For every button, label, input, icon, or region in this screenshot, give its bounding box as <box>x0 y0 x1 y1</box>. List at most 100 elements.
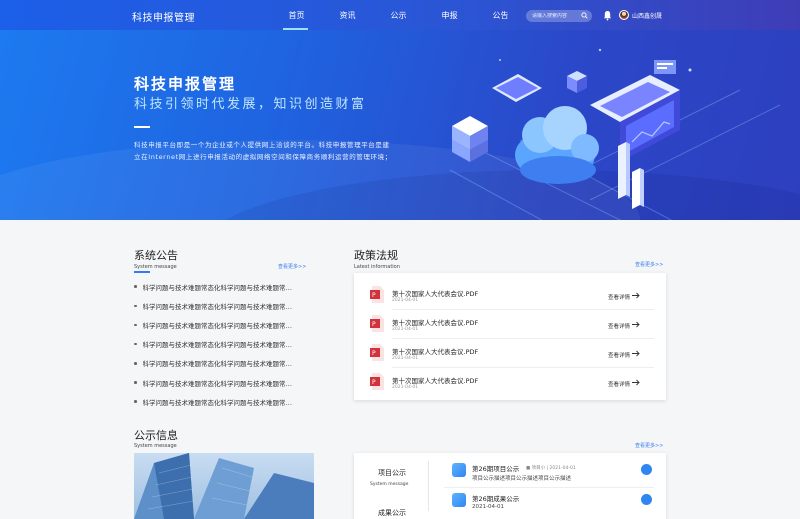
server-stack-graphic <box>452 116 488 162</box>
isometric-tech-illustration <box>449 48 781 220</box>
list-item-label: 科学问题与技术难题常态化科学问题与技术难题常… <box>142 321 293 330</box>
user-name[interactable]: 山西鑫创晟 <box>632 11 662 20</box>
list-item-label: 科学问题与技术难题常态化科学问题与技术难题常… <box>142 360 293 369</box>
list-item-label: 科学问题与技术难题常态化科学问题与技术难题常… <box>142 341 293 350</box>
avatar[interactable] <box>619 10 629 20</box>
policy-row[interactable]: P 第十次国家人大代表会议.PDF 2021-04-01 查看详情 <box>368 310 654 339</box>
arrow-right-icon[interactable] <box>641 494 652 505</box>
policy-file-date: 2021-04-01 <box>392 298 419 303</box>
policy-file-date: 2021-04-01 <box>392 356 419 361</box>
list-item-label: 科学问题与技术难题常态化科学问题与技术难题常… <box>142 302 293 311</box>
top-navbar: 科技申报管理 首页 资讯 公示 申报 公告 山西鑫创晟 <box>0 0 800 30</box>
svg-text:P: P <box>372 379 376 386</box>
policy-card: P 第十次国家人大代表会议.PDF 2021-04-01 查看详情 P 第十次国… <box>354 273 666 400</box>
pdf-file-icon: P <box>370 344 384 361</box>
hero-banner: 科技申报管理 科技引领时代发展，知识创造财富 科技申报平台即是一个为企业或个人提… <box>0 30 800 220</box>
policy-more-link[interactable]: 查看更多>> <box>635 261 663 268</box>
policy-file-date: 2021-04-01 <box>392 385 419 390</box>
publicity-item-meta: ■ 项目小 | 2021-04-01 <box>526 466 576 471</box>
policy-file-name: 第十次国家人大代表会议.PDF <box>392 348 479 356</box>
search-input[interactable] <box>532 13 578 19</box>
notice-more-link[interactable]: 查看更多>> <box>278 263 306 270</box>
view-details-link[interactable]: 查看详情 <box>608 293 630 301</box>
pdf-file-icon: P <box>370 373 384 390</box>
policy-section-title: 政策法规 <box>354 249 398 262</box>
category-result-publicity[interactable]: 成果公示 <box>378 508 406 518</box>
nav-item-home[interactable]: 首页 <box>271 0 322 30</box>
banner-subtitle: 科技引领时代发展，知识创造财富 <box>134 97 367 112</box>
svg-text:P: P <box>372 321 376 328</box>
row-divider <box>444 487 654 488</box>
announcement-icon <box>452 493 466 507</box>
bullet-icon <box>134 304 137 308</box>
policy-section-subtitle: Latest information <box>354 264 400 270</box>
policy-row[interactable]: P 第十次国家人大代表会议.PDF 2021-04-01 查看详情 <box>368 368 654 397</box>
list-item[interactable]: 科学问题与技术难题常态化科学问题与技术难题常… <box>134 277 314 296</box>
notice-list: 科学问题与技术难题常态化科学问题与技术难题常… 科学问题与技术难题常态化科学问题… <box>134 277 314 411</box>
list-item[interactable]: 科学问题与技术难题常态化科学问题与技术难题常… <box>134 354 314 373</box>
banner-title: 科技申报管理 <box>134 75 237 93</box>
category-subtitle: System message <box>370 482 409 487</box>
pdf-file-icon: P <box>370 286 384 303</box>
notice-section-title: 系统公告 <box>134 249 178 262</box>
arrow-right-icon[interactable] <box>641 464 652 475</box>
phone-graphic <box>492 74 542 102</box>
arrow-right-icon[interactable] <box>632 379 640 386</box>
view-details-link[interactable]: 查看详情 <box>608 351 630 359</box>
list-item[interactable]: 科学问题与技术难题常态化科学问题与技术难题常… <box>134 296 314 315</box>
publicity-item-title: 第26期成果公示 <box>472 495 520 503</box>
category-project-publicity[interactable]: 项目公示 <box>378 468 406 478</box>
nav-item-publicity[interactable]: 公示 <box>373 0 424 30</box>
search-icon[interactable] <box>581 12 588 19</box>
list-item[interactable]: 科学问题与技术难题常态化科学问题与技术难题常… <box>134 392 314 411</box>
list-item[interactable]: 科学问题与技术难题常态化科学问题与技术难题常… <box>134 373 314 392</box>
building-photo <box>134 453 314 519</box>
publicity-item-desc: 项目公示描述项目公示描述项目公示描述 <box>472 476 572 482</box>
publicity-card: 项目公示 System message 成果公示 第26期项目公示 ■ 项目小 … <box>354 453 666 519</box>
nav-item-news[interactable]: 资讯 <box>322 0 373 30</box>
list-item-label: 科学问题与技术难题常态化科学问题与技术难题常… <box>142 283 293 292</box>
policy-file-name: 第十次国家人大代表会议.PDF <box>392 377 479 385</box>
bullet-icon <box>134 285 137 288</box>
publicity-section-subtitle: System message <box>134 443 177 449</box>
main-nav: 首页 资讯 公示 申报 公告 <box>271 0 526 30</box>
publicity-item-title: 第26期项目公示 <box>472 465 520 473</box>
nav-item-announcement[interactable]: 公告 <box>475 0 526 30</box>
publicity-section-title: 公示信息 <box>134 429 178 442</box>
notice-section-subtitle: System message <box>134 264 177 270</box>
page: 科技申报管理 首页 资讯 公示 申报 公告 山西鑫创晟 科技申报管理 科技引领时… <box>0 0 800 519</box>
policy-file-name: 第十次国家人大代表会议.PDF <box>392 290 479 298</box>
publicity-row[interactable]: 第26期项目公示 ■ 项目小 | 2021-04-01 项目公示描述项目公示描述… <box>452 461 652 489</box>
bullet-icon <box>134 400 137 403</box>
skyscraper-image <box>134 453 314 519</box>
bullet-icon <box>134 323 137 327</box>
announcement-icon <box>452 463 466 477</box>
svg-text:P: P <box>372 350 376 357</box>
publicity-more-link[interactable]: 查看更多>> <box>635 442 663 449</box>
policy-file-date: 2021-04-01 <box>392 327 419 332</box>
view-details-link[interactable]: 查看详情 <box>608 380 630 388</box>
bell-icon[interactable] <box>603 10 612 21</box>
bullet-icon <box>134 381 137 384</box>
arrow-right-icon[interactable] <box>632 350 640 357</box>
publicity-item-desc: 2021-04-01 <box>472 504 504 510</box>
bullet-icon <box>134 342 137 346</box>
pdf-file-icon: P <box>370 315 384 332</box>
svg-text:P: P <box>372 292 376 299</box>
list-item[interactable]: 科学问题与技术难题常态化科学问题与技术难题常… <box>134 335 314 354</box>
laptop-graphic <box>590 60 680 162</box>
publicity-row[interactable]: 第26期成果公示 2021-04-01 <box>452 491 652 519</box>
bullet-icon <box>134 362 137 365</box>
arrow-right-icon[interactable] <box>632 292 640 299</box>
cloud-graphic <box>515 106 599 184</box>
policy-row[interactable]: P 第十次国家人大代表会议.PDF 2021-04-01 查看详情 <box>368 339 654 368</box>
policy-file-name: 第十次国家人大代表会议.PDF <box>392 319 479 327</box>
arrow-right-icon[interactable] <box>632 321 640 328</box>
nav-item-apply[interactable]: 申报 <box>424 0 475 30</box>
brand-title[interactable]: 科技申报管理 <box>132 9 195 24</box>
policy-row[interactable]: P 第十次国家人大代表会议.PDF 2021-04-01 查看详情 <box>368 281 654 310</box>
search-box <box>526 10 592 22</box>
view-details-link[interactable]: 查看详情 <box>608 322 630 330</box>
list-item[interactable]: 科学问题与技术难题常态化科学问题与技术难题常… <box>134 315 314 334</box>
vertical-divider <box>428 461 429 511</box>
